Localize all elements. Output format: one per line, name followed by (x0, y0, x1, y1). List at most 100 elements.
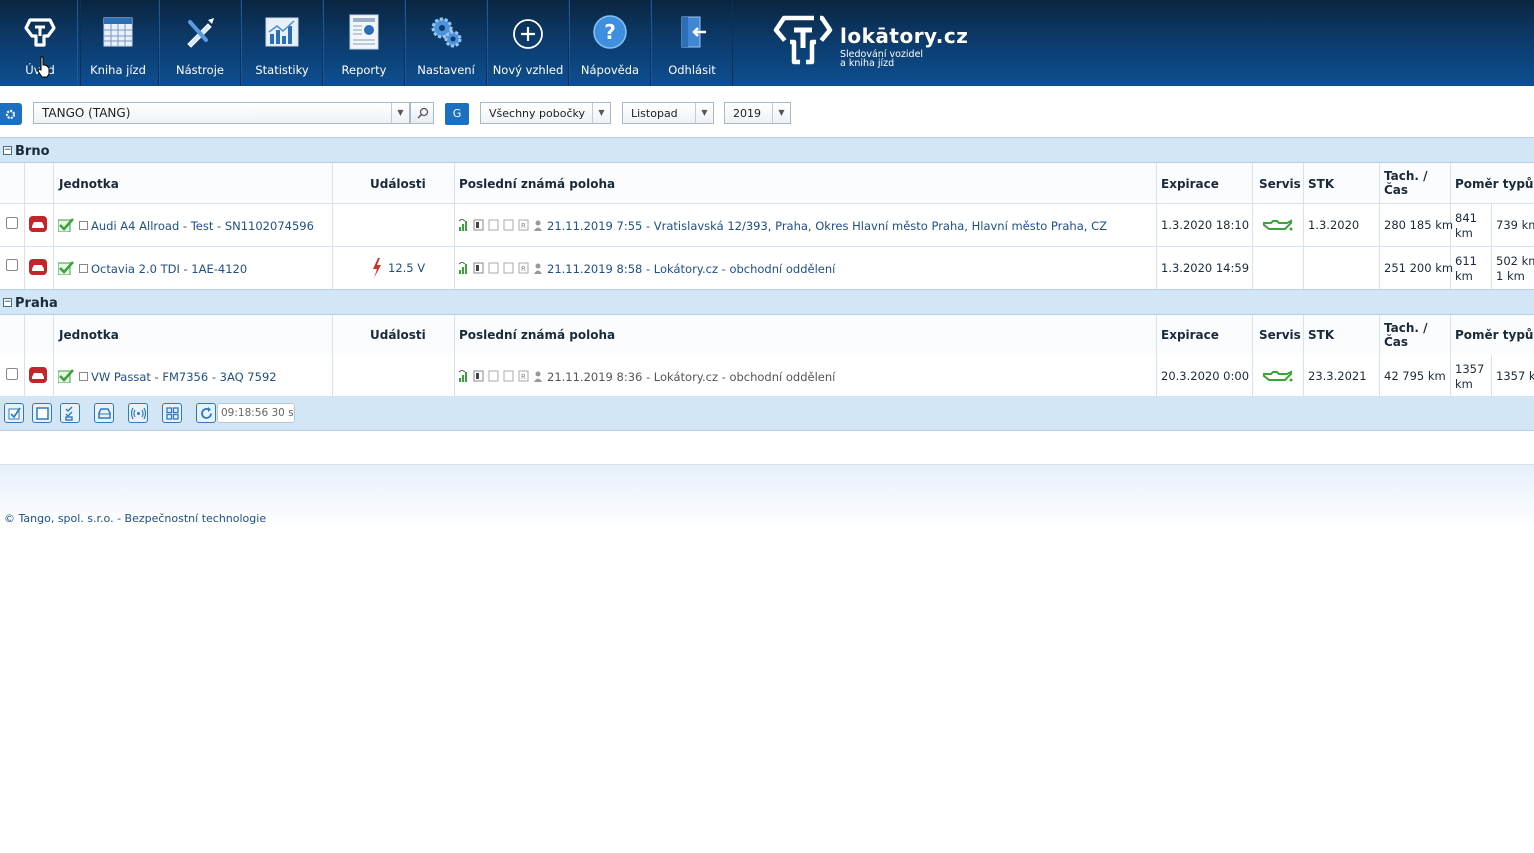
table-header-row: Jednotka Události Poslední známá poloha … (0, 163, 1534, 204)
svg-text:R: R (521, 265, 526, 273)
nav-home[interactable]: Úvod (0, 0, 81, 86)
nav-help[interactable]: ? Nápověda (569, 0, 651, 86)
device-status-icons: R (459, 370, 542, 382)
table-row[interactable]: Octavia 2.0 TDI - 1AE-4120 12.5 V R 21.1… (0, 247, 1534, 290)
nav-logout[interactable]: Odhlásit (651, 0, 733, 86)
ratio-value: 1357 km (1496, 369, 1534, 383)
month-select-value: Listopad (631, 107, 678, 120)
nav-settings[interactable]: Nastavení (405, 0, 487, 86)
header-cell-service[interactable]: Servis (1253, 315, 1304, 355)
checklist-icon (65, 406, 73, 421)
status-ok-icon (58, 261, 74, 275)
year-select[interactable]: 2019 ▼ (724, 102, 791, 124)
client-select[interactable]: TANGO (TANG) ▼ (33, 102, 410, 124)
brand-logo-title: lokātory.cz (840, 24, 969, 48)
last-position-link[interactable]: 21.11.2019 8:36 - Lokátory.cz - obchodní… (547, 370, 835, 384)
header-cell-position[interactable]: Poslední známá poloha (455, 315, 1157, 355)
nav-statistics[interactable]: Statistiky (241, 0, 323, 86)
nav-tools[interactable]: Nástroje (159, 0, 241, 86)
unit-name-link[interactable]: Audi A4 Allroad - Test - SN1102074596 (91, 219, 314, 233)
unit-name-link[interactable]: VW Passat - FM7356 - 3AQ 7592 (91, 370, 277, 384)
header-cell-events[interactable]: Události (333, 163, 455, 203)
refresh-button[interactable] (196, 403, 216, 423)
group-header-brno[interactable]: − Brno (0, 137, 1534, 163)
unit-expand-icon[interactable] (79, 372, 88, 381)
header-position: Poslední známá poloha (459, 177, 616, 191)
header-tach: Tach. / (1384, 169, 1428, 183)
brand-logo[interactable]: lokātory.cz Sledování vozidel a kniha jí… (772, 14, 972, 70)
header-cell-expiration[interactable]: Expirace (1157, 315, 1253, 355)
stk-value: 23.3.2021 (1308, 369, 1367, 383)
filter-settings-button[interactable] (0, 103, 22, 125)
nav-new-look[interactable]: Nový vzhled (487, 0, 569, 86)
header-cell-ratio[interactable]: Poměr typů jíz (1451, 315, 1534, 355)
expiration-value: 20.3.2020 0:00 (1161, 369, 1250, 383)
header-stk: STK (1308, 177, 1335, 191)
oil-service-icon[interactable] (1263, 219, 1293, 232)
tachometer-value: 251 200 km (1384, 261, 1454, 275)
nav-tools-label: Nástroje (176, 63, 224, 77)
client-search-button[interactable] (410, 102, 434, 124)
header-cell-stk[interactable]: STK (1304, 315, 1380, 355)
bottom-toolbar: 09:18:56 30 s (0, 397, 1534, 431)
branch-select[interactable]: Všechny pobočky ▼ (480, 102, 611, 124)
deselect-all-button[interactable] (32, 403, 52, 423)
table-row[interactable]: VW Passat - FM7356 - 3AQ 7592 R 21.11.20… (0, 355, 1534, 397)
table-header-row: Jednotka Události Poslední známá poloha … (0, 315, 1534, 356)
nav-trip-book[interactable]: Kniha jízd (77, 0, 159, 86)
group-header-praha[interactable]: − Praha (0, 289, 1534, 315)
header-expiration: Expirace (1161, 328, 1219, 342)
refresh-timer: 09:18:56 30 s (217, 403, 295, 423)
car-front-icon (98, 408, 111, 419)
header-cell-service[interactable]: Servis (1253, 163, 1304, 203)
header-cell-unit[interactable]: Jednotka (54, 315, 333, 355)
refresh-timer-text: 09:18:56 30 s (221, 407, 294, 419)
last-position-link[interactable]: 21.11.2019 8:58 - Lokátory.cz - obchodní… (547, 262, 835, 276)
header-expiration: Expirace (1161, 177, 1219, 191)
header-cell-events[interactable]: Události (333, 315, 455, 355)
header-events: Události (370, 328, 426, 342)
unit-name-link[interactable]: Octavia 2.0 TDI - 1AE-4120 (91, 262, 247, 276)
nav-reports-label: Reporty (341, 63, 387, 77)
nav-reports[interactable]: Reporty (323, 0, 405, 86)
unit-expand-icon[interactable] (79, 264, 88, 273)
oil-service-icon[interactable] (1263, 370, 1293, 383)
g-button[interactable]: G (445, 103, 469, 125)
header-time: Čas (1384, 335, 1409, 349)
event-value[interactable]: 12.5 V (388, 261, 425, 275)
header-cell-ratio[interactable]: Poměr typů jíz (1451, 163, 1534, 203)
header-time: Čas (1384, 183, 1409, 197)
header-cell-unit[interactable]: Jednotka (54, 163, 333, 203)
table-row[interactable]: Audi A4 Allroad - Test - SN1102074596 R … (0, 204, 1534, 247)
month-select[interactable]: Listopad ▼ (622, 102, 714, 124)
unit-expand-icon[interactable] (79, 221, 88, 230)
ratio-value: 739 km , (1496, 218, 1534, 232)
voltage-alert-icon[interactable] (371, 257, 383, 279)
nav-settings-label: Nastavení (417, 63, 475, 77)
row-checkbox[interactable] (6, 217, 18, 229)
header-cell-position[interactable]: Poslední známá poloha (455, 163, 1157, 203)
time-unit: km (1455, 377, 1473, 391)
time-value: 841 (1455, 211, 1477, 225)
header-cell-expiration[interactable]: Expirace (1157, 163, 1253, 203)
row-checkbox[interactable] (6, 259, 18, 271)
select-all-button[interactable] (4, 403, 24, 423)
header-cell-tach[interactable]: Tach. / Čas (1380, 163, 1451, 203)
last-position-link[interactable]: 21.11.2019 7:55 - Vratislavská 12/393, P… (547, 219, 1107, 233)
chevron-down-icon: ▼ (772, 103, 790, 123)
collapse-icon[interactable]: − (3, 146, 12, 155)
signal-button[interactable] (128, 403, 148, 423)
collapse-icon[interactable]: − (3, 298, 12, 307)
footer-copyright-link[interactable]: © Tango, spol. s.r.o. - Bezpečnostní tec… (4, 512, 266, 525)
nav-logout-label: Odhlásit (668, 63, 716, 77)
svg-text:R: R (521, 373, 526, 381)
uncheck-all-icon (36, 407, 49, 420)
vehicle-button[interactable] (94, 403, 114, 423)
checklist-button[interactable] (60, 403, 80, 423)
time-unit: km (1455, 226, 1473, 240)
header-cell-tach[interactable]: Tach. / Čas (1380, 315, 1451, 355)
grid-view-button[interactable] (162, 403, 182, 423)
header-cell-stk[interactable]: STK (1304, 163, 1380, 203)
mouse-pointer-hand-icon (37, 56, 50, 78)
row-checkbox[interactable] (6, 368, 18, 380)
